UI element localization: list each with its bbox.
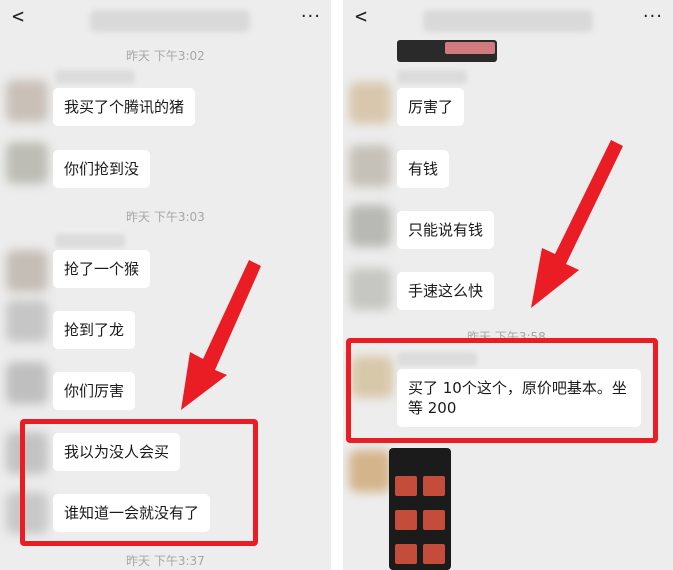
avatar[interactable] <box>349 145 391 187</box>
product-thumbnail <box>423 476 445 496</box>
image-message[interactable] <box>389 448 451 570</box>
avatar[interactable] <box>6 250 48 292</box>
chat-title-blurred <box>90 10 250 32</box>
message-bubble[interactable]: 我买了个腾讯的猪 <box>53 88 196 126</box>
product-thumbnail <box>395 510 417 530</box>
avatar[interactable] <box>349 205 391 247</box>
avatar[interactable] <box>349 82 391 124</box>
product-thumbnail <box>395 476 417 496</box>
sender-name-blurred <box>55 234 125 248</box>
arrow-shape <box>181 260 261 410</box>
avatar[interactable] <box>349 450 391 492</box>
more-options-icon[interactable]: ··· <box>643 6 663 27</box>
message-bubble[interactable]: 你们抢到没 <box>53 150 151 188</box>
product-thumbnail <box>423 544 445 564</box>
image-thumbnail <box>445 42 495 54</box>
more-options-icon[interactable]: ··· <box>301 6 321 27</box>
product-thumbnail <box>423 510 445 530</box>
timestamp: 昨天 下午3:02 <box>126 49 205 63</box>
timestamp: 昨天 下午3:37 <box>126 554 205 568</box>
avatar[interactable] <box>6 300 48 342</box>
arrow-shape <box>531 140 623 308</box>
avatar[interactable] <box>6 362 48 404</box>
avatar[interactable] <box>6 142 48 184</box>
avatar[interactable] <box>349 268 391 310</box>
highlight-box <box>346 338 658 443</box>
avatar[interactable] <box>6 80 48 122</box>
red-arrow-annotation <box>181 260 261 410</box>
chat-panel-right: < ··· 厉害了 有钱 只能说有钱 手速这么快 昨天 下午3:58 买了 10… <box>343 0 673 570</box>
message-bubble[interactable]: 你们厉害 <box>53 372 136 410</box>
chat-header: < ··· <box>0 0 331 36</box>
chat-panel-left: < ··· 昨天 下午3:02 我买了个腾讯的猪 你们抢到没 昨天 下午3:03… <box>0 0 331 570</box>
chevron-left-icon[interactable]: < <box>12 4 24 28</box>
message-bubble[interactable]: 抢了一个猴 <box>53 250 151 288</box>
message-bubble[interactable]: 只能说有钱 <box>397 211 495 249</box>
message-bubble[interactable]: 手速这么快 <box>397 272 495 310</box>
timestamp: 昨天 下午3:03 <box>126 210 205 224</box>
highlight-box <box>20 419 258 546</box>
sender-name-blurred <box>55 70 135 84</box>
message-bubble[interactable]: 厉害了 <box>397 88 465 126</box>
red-arrow-annotation <box>531 140 623 308</box>
sender-name-blurred <box>397 70 467 84</box>
chevron-left-icon[interactable]: < <box>355 4 367 28</box>
product-thumbnail <box>395 544 417 564</box>
chat-title-blurred <box>423 10 593 32</box>
image-message[interactable] <box>397 40 497 62</box>
chat-header: < ··· <box>343 0 673 36</box>
message-bubble[interactable]: 有钱 <box>397 150 450 188</box>
message-bubble[interactable]: 抢到了龙 <box>53 311 136 349</box>
